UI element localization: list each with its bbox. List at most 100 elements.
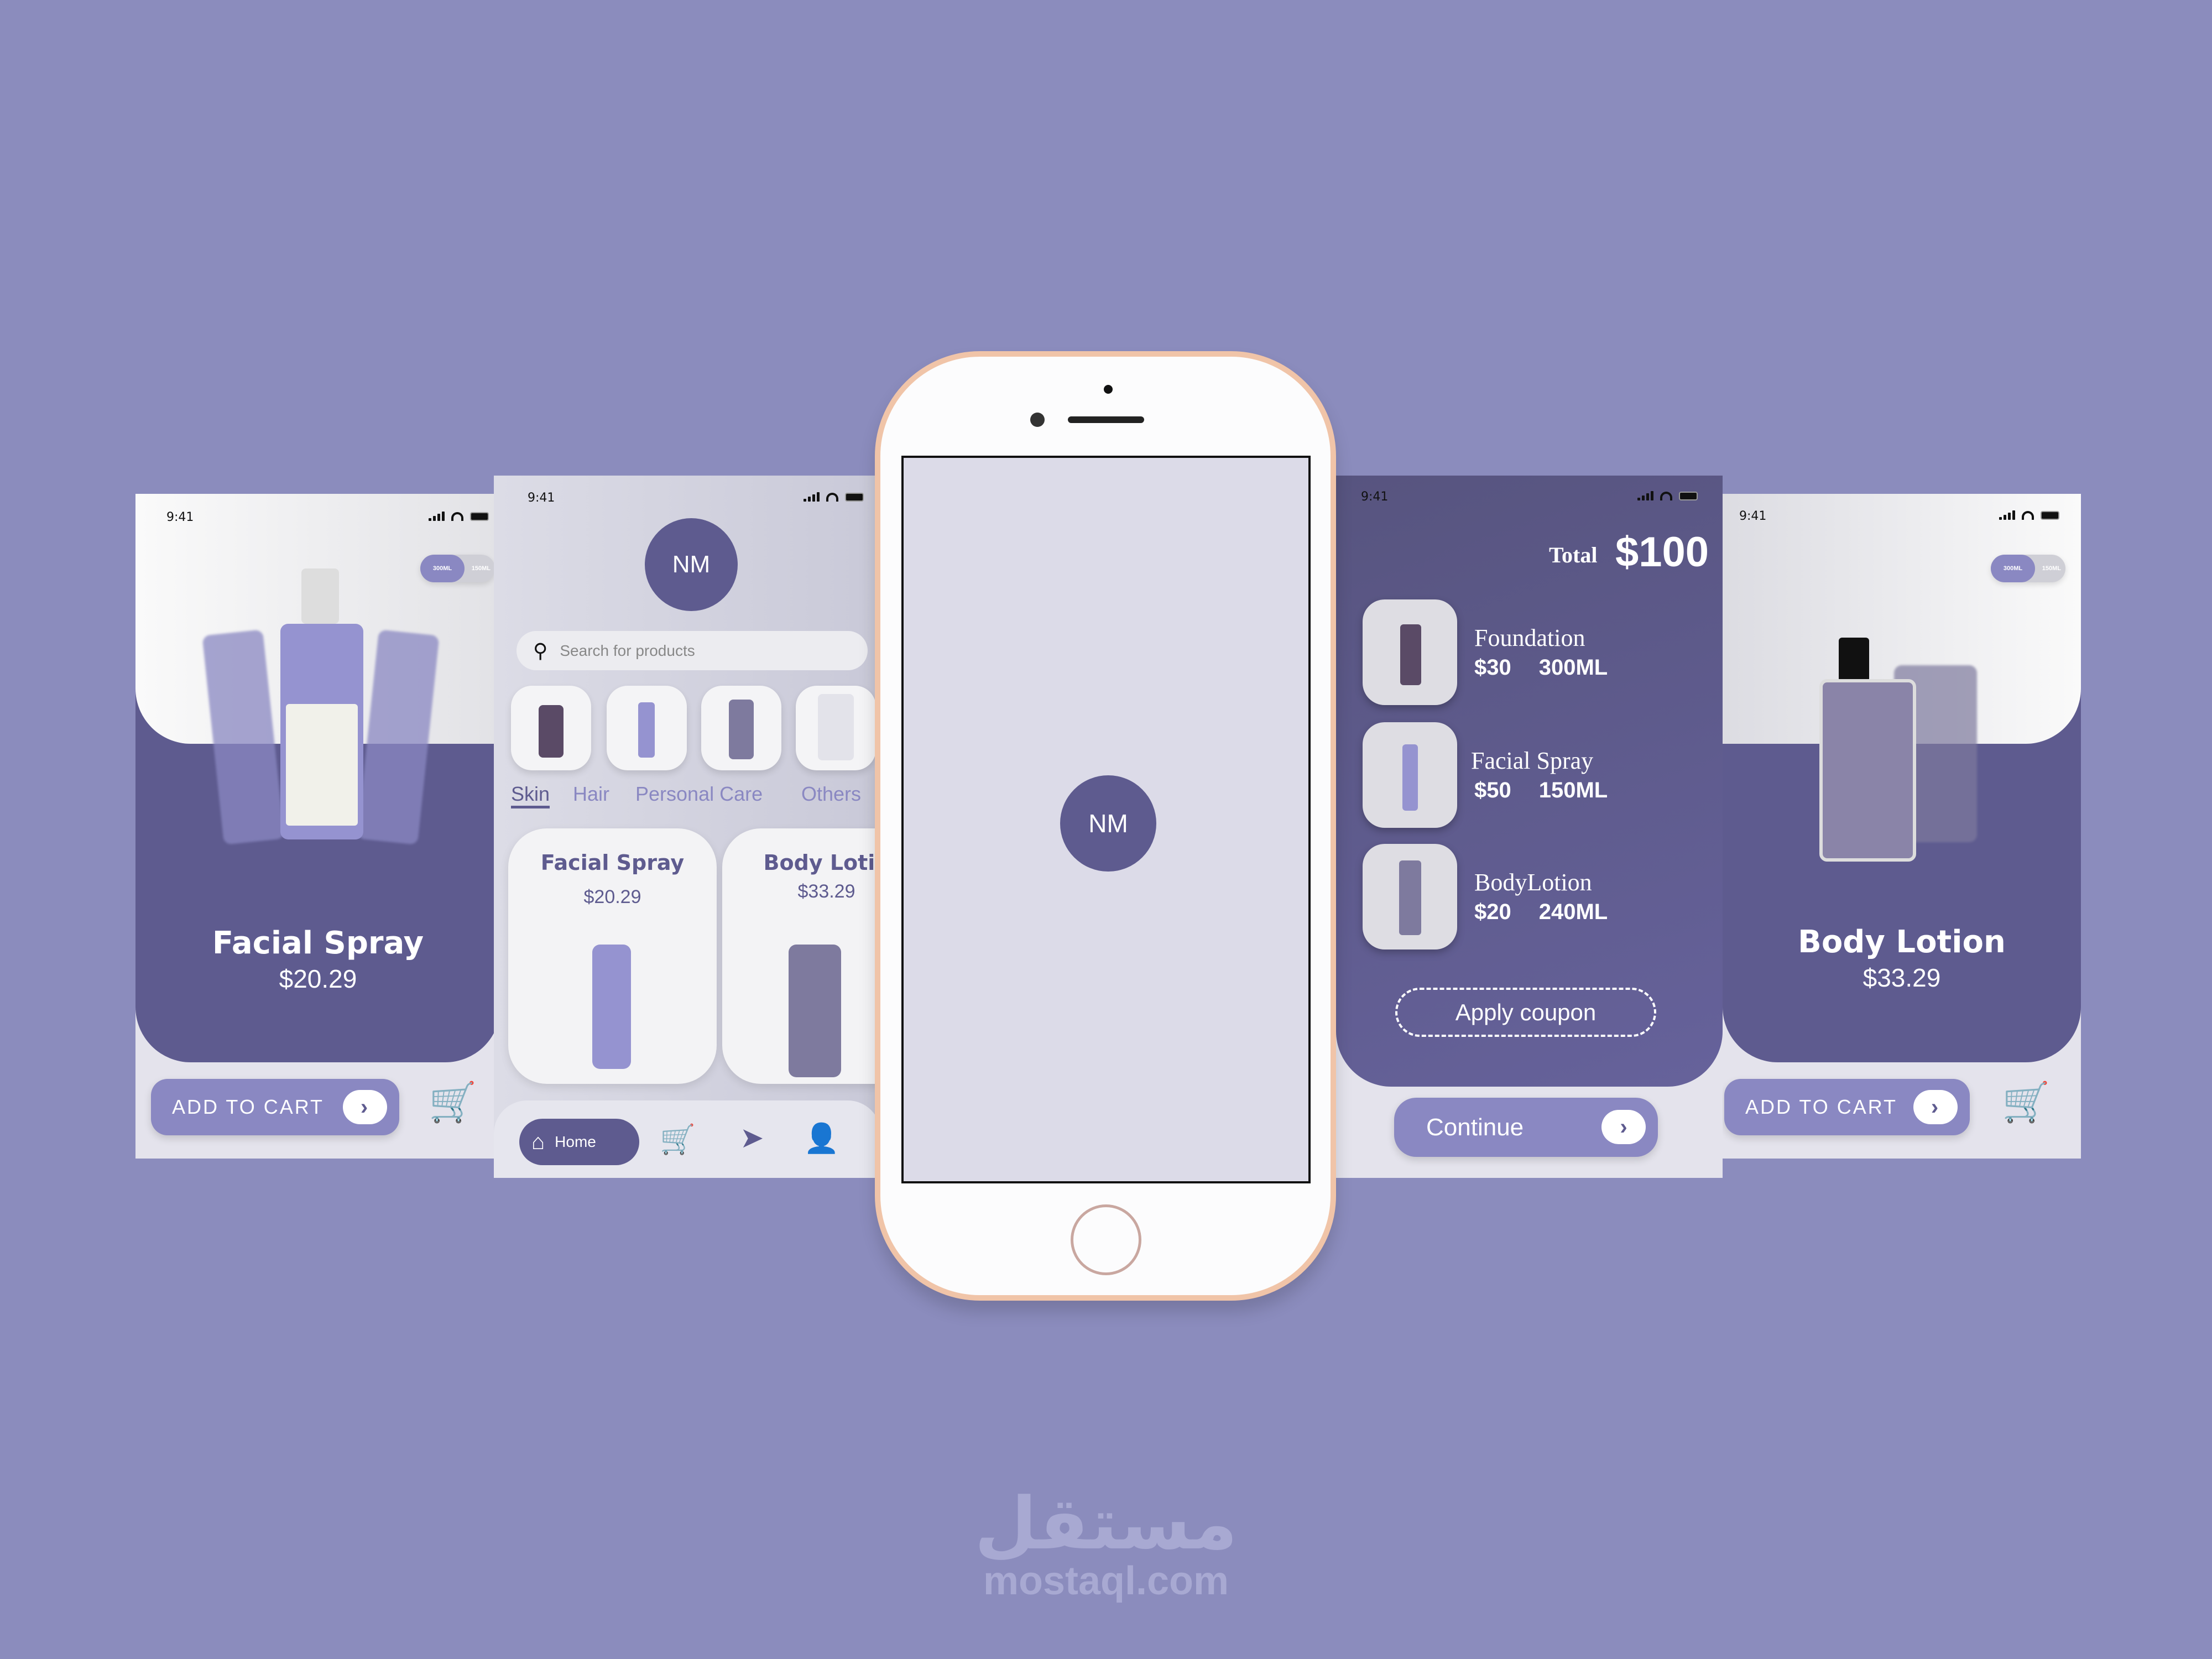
total-value: $100 [1615,529,1709,576]
chevron-right-icon: › [1913,1090,1958,1124]
wifi-icon [826,492,838,502]
send-icon[interactable]: ➤ [740,1121,764,1155]
product-name: Body Lotion [1798,924,2006,960]
category-tab-others[interactable]: Others [801,782,861,806]
product-card-facial-spray[interactable]: Facial Spray $20.29 [508,828,717,1084]
item-size: 150ML [1538,778,1608,802]
item-meta: $30 300ML [1474,655,1608,680]
category-tile-skin[interactable] [511,686,591,770]
item-price: $30 [1474,655,1511,680]
wifi-icon [1660,491,1672,500]
add-to-cart-label: ADD TO CART [172,1095,325,1118]
item-name: Facial Spray [1471,747,1594,774]
category-tab-personal-care[interactable]: Personal Care [635,782,763,806]
size-toggle[interactable]: 300ML 150ML [1991,555,2065,582]
product-card-body-lotion[interactable]: Body Lotio $33.29 [722,828,881,1084]
camera-icon [1030,413,1045,427]
phone-screen: NM [901,456,1311,1183]
signal-icon [1637,491,1653,500]
size-option[interactable]: 150ML [2042,555,2061,582]
battery-icon [1679,491,1698,500]
category-tile-others[interactable] [796,686,876,770]
product-screen-facial-spray: 9:41 300ML 150ML Facial Spray $20.29 ADD … [135,494,500,1159]
search-input[interactable]: ⚲ Search for products [517,631,868,670]
wifi-icon [451,512,463,521]
item-thumbnail [1363,722,1457,828]
product-name: Facial Spray [212,925,424,961]
item-meta: $50 150ML [1474,778,1608,803]
signal-icon [429,512,445,521]
chevron-right-icon: › [343,1090,387,1124]
category-tile-hair[interactable] [607,686,687,770]
item-name: BodyLotion [1474,869,1592,896]
item-meta: $20 240ML [1474,900,1608,925]
wifi-icon [2022,510,2034,520]
add-to-cart-button[interactable]: ADD TO CART › [1724,1079,1970,1135]
status-icons [429,512,489,521]
watermark-logo: مستقل mostaql.com [962,1488,1250,1603]
item-price: $20 [1474,900,1511,924]
apply-coupon-button[interactable]: Apply coupon [1395,988,1656,1037]
continue-label: Continue [1426,1113,1524,1141]
status-time: 9:41 [528,491,555,505]
cart-icon[interactable]: 🛒 [2002,1080,2050,1125]
battery-icon [845,492,864,502]
item-price: $50 [1474,778,1511,802]
status-icons [1637,491,1698,500]
battery-icon [470,512,489,521]
battery-icon [2041,510,2059,520]
product-price: $20.29 [279,964,357,993]
phone-mockup: NM [875,351,1336,1301]
size-option-selected[interactable]: 300ML [420,555,465,582]
product-screen-body-lotion: 9:41 300ML 150ML Body Lotion $33.29 ADD T… [1723,494,2081,1159]
category-tab-skin[interactable]: Skin [511,782,550,808]
size-toggle[interactable]: 300ML 150ML [420,555,495,582]
splash-logo: NM [1060,775,1156,872]
status-time: 9:41 [1739,509,1767,523]
status-time: 9:41 [1361,490,1389,504]
nav-home-label: Home [555,1133,596,1150]
watermark-latin: mostaql.com [983,1559,1229,1603]
bottom-nav: ⌂ Home 🛒 ➤ 👤 [494,1100,881,1178]
user-icon[interactable]: 👤 [804,1121,839,1155]
size-option-selected[interactable]: 300ML [1991,555,2035,582]
status-icons [804,492,864,502]
sensor-dot [1104,385,1113,394]
item-size: 300ML [1538,655,1608,680]
category-tile-personal-care[interactable] [701,686,781,770]
watermark-arabic: مستقل [974,1481,1238,1566]
signal-icon [804,492,820,502]
status-icons [1999,510,2059,520]
add-to-cart-button[interactable]: ADD TO CART › [151,1079,399,1135]
signal-icon [1999,510,2015,520]
home-screen: 9:41 NM ⚲ Search for products Skin Hair … [494,476,881,1178]
product-card-name: Facial Spray [540,851,685,875]
cart-icon[interactable]: 🛒 [660,1123,696,1156]
status-time: 9:41 [166,510,194,524]
home-icon: ⌂ [531,1129,545,1154]
item-name: Foundation [1474,624,1585,651]
search-icon: ⚲ [533,639,548,662]
add-to-cart-label: ADD TO CART [1745,1095,1898,1118]
product-card-price: $33.29 [797,881,855,902]
speaker [1068,416,1144,423]
cart-screen: 9:41 Total $100 Foundation $30 300ML Faci… [1336,476,1723,1178]
product-card-price: $20.29 [583,886,641,907]
item-size: 240ML [1538,900,1608,924]
product-image [592,945,631,1069]
continue-button[interactable]: Continue › [1394,1098,1658,1157]
category-tab-hair[interactable]: Hair [573,782,609,806]
product-image [789,945,841,1077]
size-option[interactable]: 150ML [472,555,491,582]
search-placeholder: Search for products [560,641,695,659]
nav-home[interactable]: ⌂ Home [519,1119,639,1165]
item-thumbnail [1363,599,1457,705]
product-card-name: Body Lotio [763,851,881,875]
product-price: $33.29 [1863,963,1941,992]
total-label: Total [1549,542,1598,567]
item-thumbnail [1363,844,1457,950]
home-button[interactable] [1071,1204,1141,1275]
avatar[interactable]: NM [645,518,738,611]
cart-icon[interactable]: 🛒 [429,1080,477,1125]
chevron-right-icon: › [1601,1110,1646,1144]
